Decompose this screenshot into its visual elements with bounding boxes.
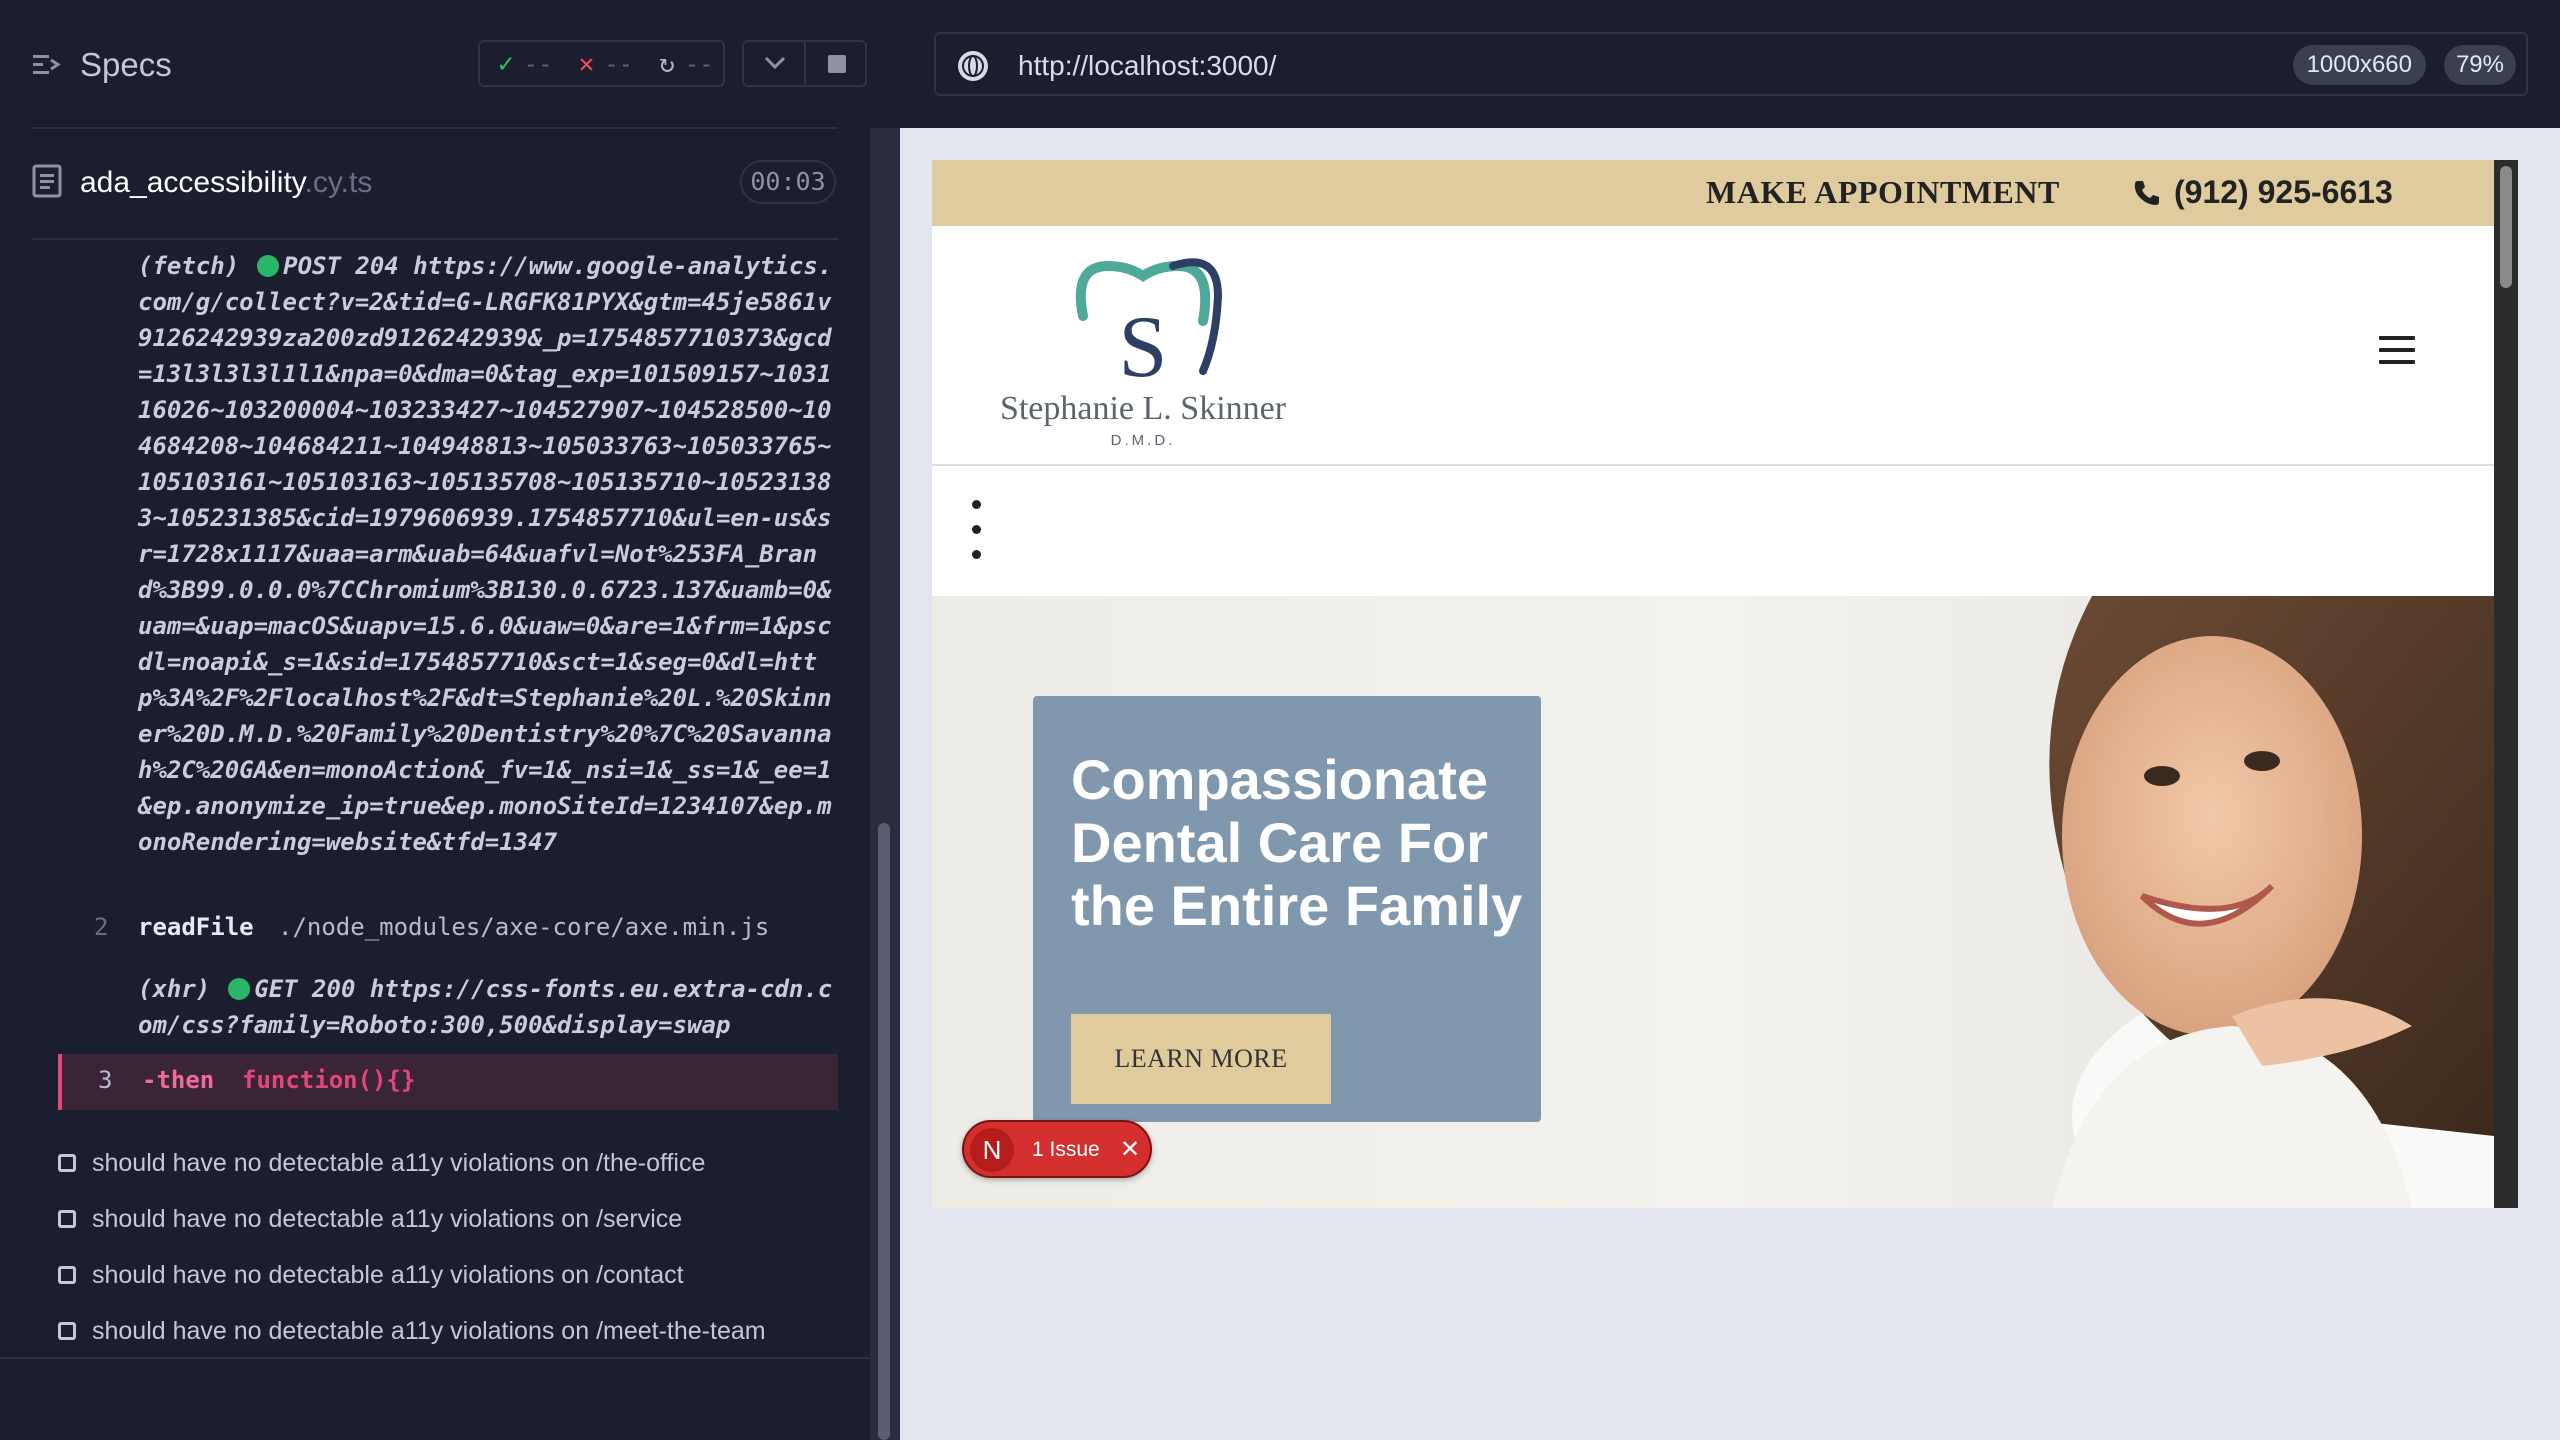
document-icon xyxy=(32,164,62,198)
expand-button[interactable] xyxy=(744,42,806,85)
command-arg: function(){} xyxy=(242,1066,416,1094)
bullet xyxy=(972,500,981,509)
close-icon[interactable]: ✕ xyxy=(1120,1135,1140,1164)
phone-icon xyxy=(2134,181,2159,205)
x-icon: ✕ xyxy=(578,48,595,79)
status-dot-icon xyxy=(228,978,251,1000)
site-logo[interactable]: S Stephanie L. Skinner D.M.D. xyxy=(978,246,1308,449)
failed-stat: ✕ -- xyxy=(579,49,634,79)
accessibility-issue-badge[interactable]: N 1 Issue ✕ xyxy=(962,1120,1152,1178)
site-top-bar: MAKE APPOINTMENT (912) 925-6613 xyxy=(932,160,2494,226)
divider xyxy=(32,127,838,129)
command-arg: ./node_modules/axe-core/axe.min.js xyxy=(278,913,770,941)
command-name: readFile xyxy=(138,913,254,941)
phone-number-link[interactable]: (912) 925-6613 xyxy=(2174,174,2393,211)
bullet xyxy=(972,525,981,534)
spec-file-ext: .cy.ts xyxy=(304,166,373,199)
status-dot-icon xyxy=(257,255,280,277)
stop-icon xyxy=(828,55,846,73)
empty-nav-list xyxy=(972,500,981,575)
frame-scrollbar[interactable] xyxy=(2494,160,2518,1208)
globe-glyph xyxy=(962,55,984,77)
test-title: should have no detectable a11y violation… xyxy=(92,1148,706,1177)
logo-name: Stephanie L. Skinner xyxy=(999,390,1287,427)
test-title: should have no detectable a11y violation… xyxy=(92,1260,684,1289)
fetch-log-entry[interactable]: (fetch) POST 204 https://www.google-analy… xyxy=(138,248,838,860)
hero-title: Compassionate Dental Care For the Entire… xyxy=(1071,748,1523,937)
app-under-test-frame: MAKE APPOINTMENT (912) 925-6613 S Stepha… xyxy=(932,160,2518,1208)
spec-duration: 00:03 xyxy=(740,160,836,204)
divider xyxy=(32,238,838,240)
test-item[interactable]: should have no detectable a11y violation… xyxy=(58,1255,684,1295)
pending-test-icon xyxy=(58,1266,76,1284)
fetch-prefix: (fetch) xyxy=(138,252,240,280)
specs-scrollbar[interactable] xyxy=(870,128,900,1440)
viewport-size-badge[interactable]: 1000x660 xyxy=(2292,45,2426,85)
passed-stat: ✓ -- xyxy=(498,49,553,79)
fetch-url: https://www.google-analytics.com/g/colle… xyxy=(138,252,833,856)
stop-button[interactable] xyxy=(806,42,866,85)
xhr-log-entry[interactable]: (xhr) GET 200 https://css-fonts.eu.extra-… xyxy=(138,971,838,1043)
passed-count: -- xyxy=(523,49,553,78)
url-bar[interactable]: http://localhost:3000/ 1000x660 79% xyxy=(934,32,2528,96)
test-title: should have no detectable a11y violation… xyxy=(92,1316,766,1345)
hero-section: Compassionate Dental Care For the Entire… xyxy=(932,596,2494,1208)
menu-icon[interactable] xyxy=(2379,336,2415,366)
xhr-method: GET 200 xyxy=(254,975,356,1003)
browser-toolbar: http://localhost:3000/ 1000x660 79% xyxy=(900,0,2560,128)
specs-title: Specs xyxy=(80,46,172,83)
failed-count: -- xyxy=(604,49,634,78)
tooth-logo-icon: S xyxy=(1075,258,1223,396)
specs-list-icon[interactable] xyxy=(31,50,61,80)
make-appointment-link[interactable]: MAKE APPOINTMENT xyxy=(1706,174,2060,211)
hero-card: Compassionate Dental Care For the Entire… xyxy=(1033,696,1541,1122)
specs-panel: Specs ✓ -- ✕ -- ↻ -- ada_accessibility.c… xyxy=(0,0,900,1440)
command-number: 3 xyxy=(98,1066,113,1094)
command-row-then[interactable]: 3 -then function(){} xyxy=(58,1054,838,1110)
command-row-readfile[interactable]: 2 readFile ./node_modules/axe-core/axe.m… xyxy=(58,913,838,949)
scrollbar-thumb[interactable] xyxy=(878,823,890,1440)
spec-file-name: ada_accessibility.cy.ts xyxy=(80,166,372,200)
issue-count: 1 Issue xyxy=(1032,1138,1100,1161)
test-stats: ✓ -- ✕ -- ↻ -- xyxy=(478,40,725,87)
logo-credentials: D.M.D. xyxy=(1110,432,1176,449)
bullet xyxy=(972,550,981,559)
command-name: -then xyxy=(142,1066,215,1094)
pending-test-icon xyxy=(58,1322,76,1340)
logo-letter: S xyxy=(1119,299,1168,396)
chevron-down-icon xyxy=(764,56,786,70)
loading-icon: ↻ xyxy=(659,48,675,79)
test-title: should have no detectable a11y violation… xyxy=(92,1204,683,1233)
xhr-prefix: (xhr) xyxy=(138,975,211,1003)
specs-header: Specs ✓ -- ✕ -- ↻ -- xyxy=(0,0,900,128)
pending-test-icon xyxy=(58,1154,76,1172)
learn-more-button[interactable]: LEARN MORE xyxy=(1071,1014,1331,1104)
pending-stat: ↻ -- xyxy=(659,49,714,79)
run-controls xyxy=(742,40,867,87)
url-text: http://localhost:3000/ xyxy=(1018,50,1277,81)
pending-test-icon xyxy=(58,1210,76,1228)
command-number: 2 xyxy=(94,913,109,941)
preview-panel: http://localhost:3000/ 1000x660 79% MAKE… xyxy=(900,0,2560,1440)
issue-logo-icon: N xyxy=(970,1128,1014,1172)
divider xyxy=(0,1357,870,1359)
globe-icon xyxy=(958,51,988,81)
site-header: S Stephanie L. Skinner D.M.D. xyxy=(932,226,2494,466)
test-item[interactable]: should have no detectable a11y violation… xyxy=(58,1143,705,1183)
spec-file-row[interactable]: ada_accessibility.cy.ts 00:03 xyxy=(32,152,838,212)
test-item[interactable]: should have no detectable a11y violation… xyxy=(58,1311,766,1351)
test-item[interactable]: should have no detectable a11y violation… xyxy=(58,1199,682,1239)
zoom-badge[interactable]: 79% xyxy=(2443,45,2516,85)
pending-count: -- xyxy=(684,49,714,78)
scrollbar-thumb[interactable] xyxy=(2500,166,2512,288)
check-icon: ✓ xyxy=(498,48,514,79)
spec-file-basename: ada_accessibility xyxy=(80,166,305,199)
fetch-method: POST 204 xyxy=(283,252,399,280)
